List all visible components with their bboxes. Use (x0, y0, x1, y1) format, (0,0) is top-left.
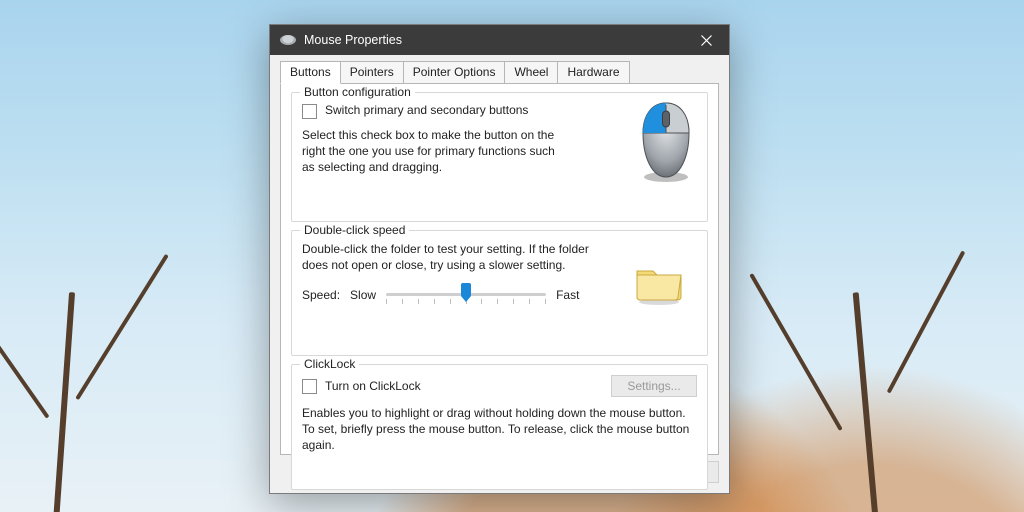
tab-wheel[interactable]: Wheel (504, 61, 558, 83)
checkbox-clicklock[interactable] (302, 379, 317, 394)
tab-pointers[interactable]: Pointers (340, 61, 404, 83)
checkbox-switch-buttons[interactable] (302, 104, 317, 119)
group-clicklock: ClickLock Turn on ClickLock Settings... … (291, 364, 708, 490)
clicklock-description: Enables you to highlight or drag without… (302, 405, 697, 454)
close-icon (701, 35, 712, 46)
mouse-properties-dialog: Mouse Properties Buttons Pointers Pointe… (269, 24, 730, 494)
speed-label: Speed: (302, 288, 340, 302)
fast-label: Fast (556, 288, 579, 302)
tab-buttons[interactable]: Buttons (280, 61, 341, 84)
tab-page-buttons: Button configuration Switch primary and … (280, 83, 719, 455)
tab-hardware[interactable]: Hardware (557, 61, 629, 83)
checkbox-switch-buttons-label: Switch primary and secondary buttons (325, 103, 528, 117)
desktop-background: Mouse Properties Buttons Pointers Pointe… (0, 0, 1024, 512)
clicklock-settings-button: Settings... (611, 375, 697, 397)
mouse-icon (280, 35, 296, 45)
checkbox-clicklock-label: Turn on ClickLock (325, 379, 421, 393)
button-config-description: Select this check box to make the button… (302, 127, 562, 176)
double-click-description: Double-click the folder to test your set… (302, 241, 602, 273)
mouse-illustration (635, 101, 697, 183)
window-title: Mouse Properties (304, 33, 683, 47)
group-button-configuration: Button configuration Switch primary and … (291, 92, 708, 222)
group-double-click-speed: Double-click speed Double-click the fold… (291, 230, 708, 356)
slider-thumb[interactable] (460, 283, 472, 303)
group-legend: Double-click speed (300, 223, 409, 237)
folder-test-icon[interactable] (633, 261, 685, 305)
slow-label: Slow (350, 288, 376, 302)
close-button[interactable] (683, 25, 729, 55)
titlebar[interactable]: Mouse Properties (270, 25, 729, 55)
double-click-speed-slider[interactable] (386, 283, 546, 307)
group-legend: Button configuration (300, 85, 415, 99)
dialog-client-area: Buttons Pointers Pointer Options Wheel H… (270, 55, 729, 493)
tab-pointer-options[interactable]: Pointer Options (403, 61, 506, 83)
group-legend: ClickLock (300, 357, 359, 371)
tab-strip: Buttons Pointers Pointer Options Wheel H… (280, 61, 719, 83)
